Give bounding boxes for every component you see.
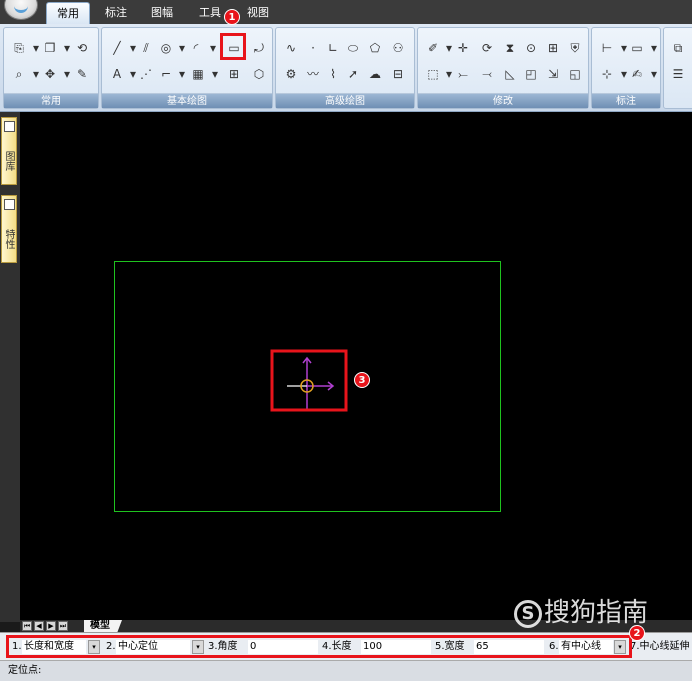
panel-extra: ⧉ ☰ bbox=[663, 27, 692, 109]
arrow-icon[interactable]: ➚ bbox=[344, 65, 362, 83]
refresh-icon[interactable]: ⟲ bbox=[73, 39, 91, 57]
panel-common: ⎘ ▾ ❐ ▾ ⟲ ⌕ ▾ ✥ ▾ ✎ 常用 bbox=[3, 27, 99, 109]
polyline-icon[interactable]: ⤾ bbox=[250, 39, 268, 57]
fillet-icon[interactable]: ◰ bbox=[522, 65, 540, 83]
highlight-parameter-bar bbox=[6, 635, 632, 658]
copy-icon[interactable]: ⎘ bbox=[10, 39, 28, 57]
app-logo-icon[interactable] bbox=[4, 0, 38, 20]
dropdown-icon[interactable]: ▾ bbox=[206, 65, 224, 83]
explode-icon[interactable]: ◱ bbox=[566, 65, 584, 83]
move-icon[interactable]: ✛ bbox=[454, 39, 472, 57]
chamfer-icon[interactable]: ◺ bbox=[501, 65, 519, 83]
dashed-line-icon[interactable]: ⋰ bbox=[137, 65, 155, 83]
tab-model[interactable]: 模型 bbox=[84, 620, 122, 632]
region-icon[interactable]: ⬡ bbox=[250, 65, 268, 83]
tab-annotate[interactable]: 标注 bbox=[98, 2, 134, 24]
command-parameter-bar: 1. 长度和宽度 ▾ 2. 中心定位 ▾ 3.角度 0 4.长度 100 5.宽… bbox=[0, 632, 692, 660]
spline-icon[interactable]: ∿ bbox=[282, 39, 300, 57]
ellipse-icon[interactable]: ⬭ bbox=[344, 39, 362, 57]
linetype-icon[interactable]: ☰ bbox=[669, 65, 687, 83]
dimension-icon[interactable]: ⊢ bbox=[598, 39, 616, 57]
wave-line-icon[interactable]: 〰 bbox=[304, 65, 322, 83]
properties-icon bbox=[4, 199, 15, 210]
highlight-rectangle-tool bbox=[220, 33, 246, 60]
stretch-icon[interactable]: ⇲ bbox=[544, 65, 562, 83]
nav-next-icon[interactable]: ▶ bbox=[46, 621, 56, 631]
break-line-icon[interactable]: ⌇ bbox=[324, 65, 342, 83]
marker-3: 3 bbox=[354, 372, 370, 388]
offset-icon[interactable]: ⊙ bbox=[522, 39, 540, 57]
block-icon[interactable]: ⊟ bbox=[389, 65, 407, 83]
sidebar-item-library[interactable]: 图库 bbox=[1, 117, 17, 185]
pan-icon[interactable]: ✥ bbox=[41, 65, 59, 83]
nav-prev-icon[interactable]: ◀ bbox=[34, 621, 44, 631]
cursor-overlay bbox=[270, 349, 348, 412]
arc-icon[interactable]: ◜ bbox=[187, 39, 205, 57]
panel-basic-draw: ╱ ▾ ⫽ ◎ ▾ ◜ ▾ ▭ ⤾ A ▾ ⋰ ⌐ ▾ ▦ ▾ ⊞ ⬡ 基本绘图 bbox=[101, 27, 273, 109]
table-icon[interactable]: ▦ bbox=[189, 65, 207, 83]
sidebar-item-label: 图库 bbox=[3, 151, 14, 171]
nav-last-icon[interactable]: ⏭ bbox=[58, 621, 68, 631]
symbol-icon[interactable]: ⚇ bbox=[389, 39, 407, 57]
dropdown-icon[interactable]: ▾ bbox=[645, 39, 663, 57]
watermark: S 搜狗指南 bbox=[514, 592, 648, 629]
tab-tools[interactable]: 工具 bbox=[192, 2, 228, 24]
sidebar-item-properties[interactable]: 特性 bbox=[1, 195, 17, 263]
rotate-icon[interactable]: ⟳ bbox=[478, 39, 496, 57]
edit-text-icon[interactable]: ✍ bbox=[628, 65, 646, 83]
cad-window: 常用 标注 图幅 工具 视图 ⎘ ▾ ❐ ▾ ⟲ ⌕ ▾ ✥ ▾ ✎ 常用 ╱ … bbox=[0, 0, 692, 681]
panel-title-common: 常用 bbox=[4, 93, 98, 108]
panel-title-advanced-draw: 高级绘图 bbox=[276, 93, 414, 108]
panel-title-modify: 修改 bbox=[418, 93, 588, 108]
panel-advanced-draw: ∿ · ∟ ⬭ ⬠ ⚇ ⚙ 〰 ⌇ ➚ ☁ ⊟ 高级绘图 bbox=[275, 27, 415, 109]
marker-2: 2 bbox=[629, 625, 645, 641]
watermark-text: 搜狗指南 bbox=[544, 598, 649, 628]
ribbon-tab-bar: 常用 标注 图幅 工具 视图 bbox=[0, 0, 692, 24]
tab-view[interactable]: 视图 bbox=[240, 2, 276, 24]
drawing-canvas[interactable]: 3 bbox=[20, 112, 692, 622]
nav-first-icon[interactable]: ⏮ bbox=[22, 621, 32, 631]
command-prompt: 定位点: bbox=[0, 660, 692, 681]
scale-icon[interactable]: ⛨ bbox=[566, 39, 584, 57]
watermark-logo-icon: S bbox=[514, 599, 542, 628]
panel-title-basic-draw: 基本绘图 bbox=[102, 93, 272, 108]
panel-annotate: ⊢ ▾ ▭ ▾ ⊹ ▾ ✍ ▾ 标注 bbox=[591, 27, 661, 109]
coordinate-icon[interactable]: ⊹ bbox=[598, 65, 616, 83]
left-sidebar: 图库 特性 bbox=[0, 112, 20, 622]
text-style-icon[interactable]: ▭ bbox=[628, 39, 646, 57]
polygon-icon[interactable]: ⬠ bbox=[366, 39, 384, 57]
paste-icon[interactable]: ❐ bbox=[41, 39, 59, 57]
extend-icon[interactable]: ⤚ bbox=[454, 65, 472, 83]
library-icon bbox=[4, 121, 15, 132]
break-icon[interactable]: ⤙ bbox=[478, 65, 496, 83]
point-icon[interactable]: · bbox=[304, 39, 322, 57]
panel-title-annotate: 标注 bbox=[592, 93, 660, 108]
sidebar-item-label: 特性 bbox=[3, 229, 14, 249]
hatch-icon[interactable]: ⊞ bbox=[225, 65, 243, 83]
brush-icon[interactable]: ✎ bbox=[73, 65, 91, 83]
tab-common[interactable]: 常用 bbox=[46, 2, 90, 24]
parallel-line-icon[interactable]: ⫽ bbox=[137, 39, 155, 57]
marker-1: 1 bbox=[224, 9, 240, 25]
centerline-icon[interactable]: ∟ bbox=[324, 39, 342, 57]
gear-tool-icon[interactable]: ⚙ bbox=[282, 65, 300, 83]
cloud-icon[interactable]: ☁ bbox=[366, 65, 384, 83]
tab-frame[interactable]: 图幅 bbox=[144, 2, 180, 24]
layer-icon[interactable]: ⧉ bbox=[669, 39, 687, 57]
zoom-icon[interactable]: ⌕ bbox=[10, 65, 28, 83]
panel-modify: ✐ ▾ ✛ ⟳ ⧗ ⊙ ⊞ ⛨ ⬚ ▾ ⤚ ⤙ ◺ ◰ ⇲ ◱ 修改 bbox=[417, 27, 589, 109]
array-icon[interactable]: ⊞ bbox=[544, 39, 562, 57]
dropdown-icon[interactable]: ▾ bbox=[645, 65, 663, 83]
param-7-label[interactable]: 7.中心线延伸 bbox=[630, 640, 692, 654]
mirror-icon[interactable]: ⧗ bbox=[501, 39, 519, 57]
ribbon: ⎘ ▾ ❐ ▾ ⟲ ⌕ ▾ ✥ ▾ ✎ 常用 ╱ ▾ ⫽ ◎ ▾ ◜ ▾ ▭ ⤾… bbox=[0, 24, 692, 112]
